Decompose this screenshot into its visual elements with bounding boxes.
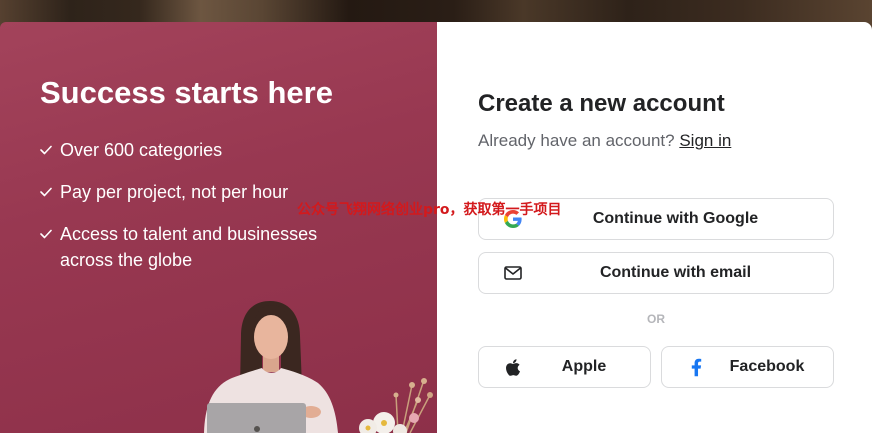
page-title: Create a new account: [478, 90, 725, 117]
facebook-icon: [687, 358, 705, 376]
woman-face: [254, 315, 288, 359]
signup-panel: Create a new account Already have an acc…: [437, 22, 872, 433]
page-backdrop: [0, 0, 872, 22]
google-button-label: Continue with Google: [592, 210, 759, 227]
promo-illustration: [204, 301, 433, 433]
signin-prompt: Already have an account? Sign in: [478, 130, 731, 152]
mail-icon: [504, 264, 522, 282]
laptop-logo: [254, 426, 260, 432]
watermark-text: 公众号飞翔网络创业pro，获取第一手项目: [297, 202, 562, 218]
continue-with-facebook-button[interactable]: Facebook: [661, 346, 834, 388]
continue-with-email-button[interactable]: Continue with email: [478, 252, 834, 294]
continue-with-apple-button[interactable]: Apple: [478, 346, 651, 388]
email-button-label: Continue with email: [599, 264, 752, 281]
laptop: [207, 403, 306, 433]
flowers: [359, 378, 433, 433]
signin-link[interactable]: Sign in: [679, 131, 731, 150]
promo-panel: Success starts here Over 600 categories …: [0, 22, 437, 433]
signin-prompt-text: Already have an account?: [478, 131, 675, 150]
facebook-button-label: Facebook: [729, 358, 805, 375]
apple-icon: [504, 358, 522, 376]
apple-button-label: Apple: [561, 358, 607, 375]
or-divider: OR: [647, 312, 665, 326]
signup-modal: Success starts here Over 600 categories …: [0, 22, 872, 433]
